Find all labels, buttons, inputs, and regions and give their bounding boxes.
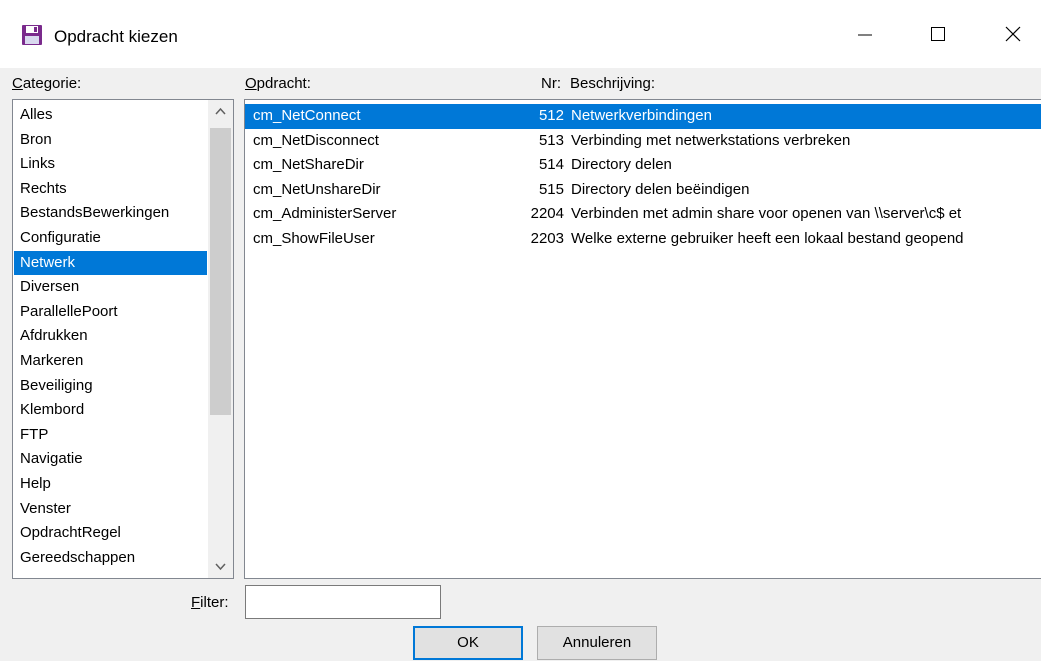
scrollbar-thumb[interactable] (210, 128, 231, 415)
nr-header: Nr: (541, 75, 561, 92)
category-item[interactable]: Bron (14, 128, 207, 153)
maximize-icon[interactable] (915, 14, 961, 54)
command-header: Opdracht: (245, 75, 311, 92)
command-description: Directory delen (571, 156, 672, 174)
command-description: Verbinding met netwerkstations verbreken (571, 131, 851, 149)
ok-button[interactable]: OK (413, 626, 523, 660)
command-row[interactable]: cm_ShowFileUser 2203 Welke externe gebruik… (245, 227, 1041, 252)
category-item[interactable]: Beveiliging (14, 374, 207, 399)
category-item[interactable]: Links (14, 152, 207, 177)
command-description: Verbinden met admin share voor openen va… (571, 205, 962, 223)
command-name: cm_NetDisconnect (253, 131, 379, 149)
command-name: cm_AdministerServer (253, 205, 397, 223)
command-nr: 2204 (530, 205, 564, 223)
window-title: Opdracht kiezen (54, 27, 178, 46)
category-header: Categorie: (12, 75, 82, 92)
category-item[interactable]: Help (14, 472, 207, 497)
command-row[interactable]: cm_AdministerServer 2204 Verbinden met adm… (245, 202, 1041, 227)
scroll-up-icon[interactable] (208, 100, 233, 124)
scroll-down-icon[interactable] (208, 554, 233, 578)
category-item[interactable]: Alles (14, 103, 207, 128)
command-row[interactable]: cm_NetShareDir 514 Directory delen (245, 153, 1041, 178)
category-item[interactable]: Klembord (14, 398, 207, 423)
category-list[interactable]: Alles Bron Links Rechts BestandsBewerkingen C… (12, 99, 234, 579)
title-bar: Opdracht kiezen (0, 0, 1041, 68)
category-item[interactable]: Navigatie (14, 447, 207, 472)
command-nr: 514 (538, 156, 564, 174)
category-item[interactable]: Markeren (14, 349, 207, 374)
cancel-button[interactable]: Annuleren (537, 626, 657, 660)
command-name: cm_NetShareDir (253, 156, 364, 174)
command-row[interactable]: cm_NetUnshareDir 515 Directory delen beëin… (245, 178, 1041, 203)
command-list[interactable]: cm_NetConnect 512 Netwerkverbindingen cm_Ne… (244, 99, 1041, 579)
command-name: cm_NetConnect (253, 107, 361, 124)
command-nr: 513 (538, 131, 564, 149)
category-item[interactable]: OpdrachtRegel (14, 521, 207, 546)
category-item[interactable]: Gereedschappen (14, 546, 207, 571)
command-description: Welke externe gebruiker heeft een lokaal… (571, 229, 964, 247)
command-name: cm_ShowFileUser (253, 229, 375, 247)
category-item[interactable]: Configuratie (14, 226, 207, 251)
command-description: Netwerkverbindingen (571, 107, 712, 124)
command-nr: 512 (538, 107, 564, 124)
command-nr: 2203 (530, 229, 564, 247)
filter-input[interactable] (245, 585, 441, 619)
category-item[interactable]: BestandsBewerkingen (14, 201, 207, 226)
command-row[interactable]: cm_NetDisconnect 513 Verbinding met netwer… (245, 129, 1041, 154)
minimize-icon[interactable] (842, 14, 888, 54)
category-item[interactable]: Netwerk (14, 250, 207, 276)
category-item[interactable]: ParallellePoort (14, 300, 207, 325)
category-item[interactable]: Rechts (14, 177, 207, 202)
category-item[interactable]: Afdrukken (14, 324, 207, 349)
category-items: Alles Bron Links Rechts BestandsBewerkingen C… (14, 103, 207, 570)
description-header: Beschrijving: (570, 75, 656, 92)
close-icon[interactable] (990, 14, 1036, 54)
category-item[interactable]: FTP (14, 423, 207, 448)
filter-label: Filter: (191, 594, 229, 611)
category-item[interactable]: Diversen (14, 275, 207, 300)
command-rows: cm_NetConnect 512 Netwerkverbindingen cm_Ne… (245, 104, 1041, 252)
category-item[interactable]: Venster (14, 497, 207, 522)
command-row[interactable]: cm_NetConnect 512 Netwerkverbindingen (245, 104, 1041, 129)
command-name: cm_NetUnshareDir (253, 180, 381, 198)
category-scrollbar[interactable] (208, 100, 233, 578)
command-nr: 515 (538, 180, 564, 198)
floppy-disk-icon (22, 25, 42, 45)
command-description: Directory delen beëindigen (571, 180, 750, 198)
